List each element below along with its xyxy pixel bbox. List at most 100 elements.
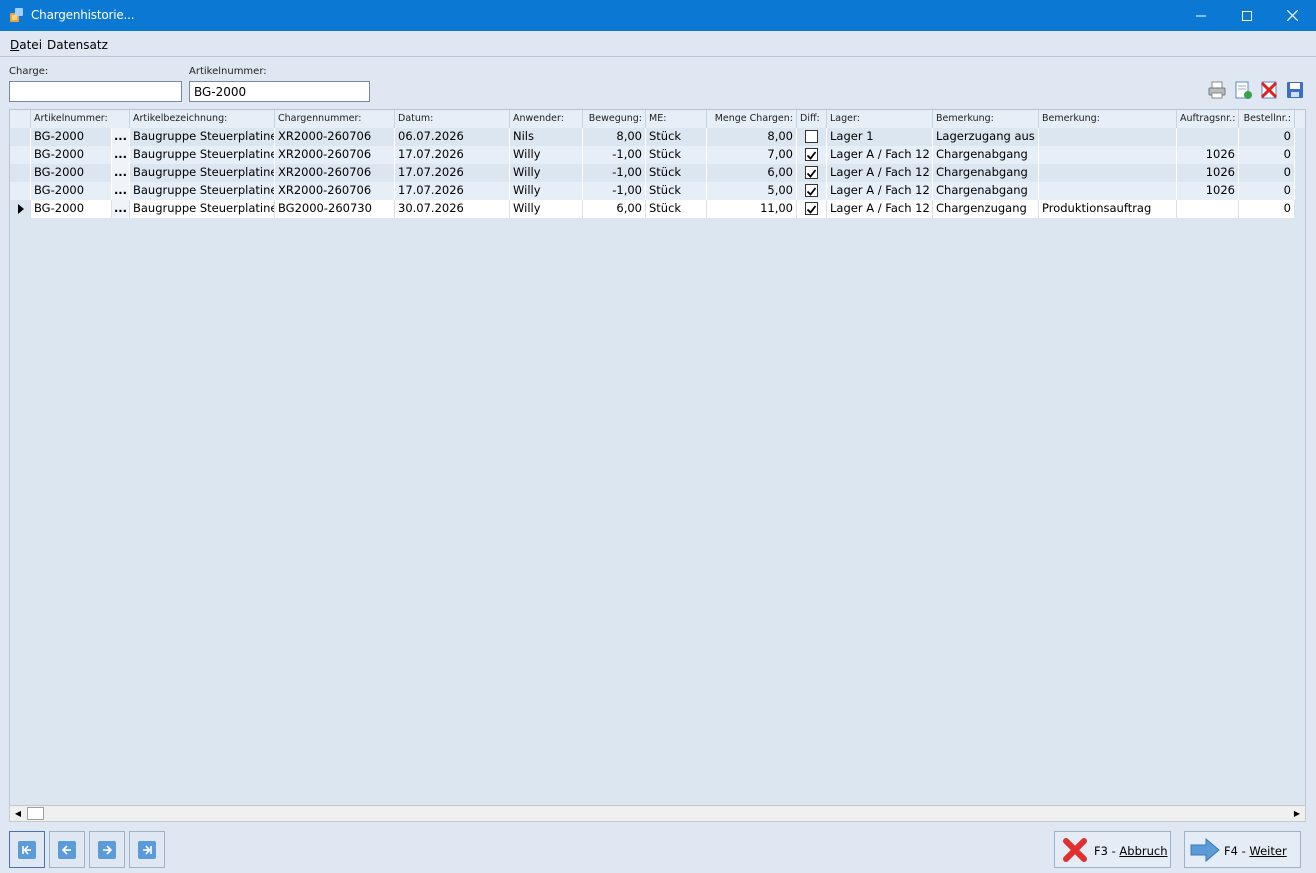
column-header[interactable]: Datum: [395,110,510,128]
cell-warehouse[interactable]: Lager A / Fach 12 [827,182,933,200]
row-selector[interactable] [10,182,31,200]
cell-remark[interactable]: Chargenabgang [933,182,1039,200]
row-selector[interactable] [10,128,31,146]
previous-record-button[interactable] [49,831,85,868]
cell-charge-number[interactable]: XR2000-260706 [275,182,395,200]
cell-diff[interactable] [797,182,827,200]
column-header[interactable]: Artikelnummer: [31,110,130,128]
horizontal-scrollbar[interactable]: ◀ ▶ [9,805,1306,822]
cell-remark-2[interactable]: Produktionsauftrag [1039,200,1177,218]
cell-description[interactable]: Baugruppe Steuerplatine [130,128,275,146]
cell-date[interactable]: 17.07.2026 [395,164,510,182]
cell-user[interactable]: Willy [510,164,583,182]
printer-icon[interactable] [1207,80,1227,100]
cell-purchase-number[interactable]: 0 [1239,200,1295,218]
cell-unit[interactable]: Stück [646,200,707,218]
first-record-button[interactable] [9,831,45,868]
cell-warehouse[interactable]: Lager A / Fach 12 [827,146,933,164]
cell-user[interactable]: Nils [510,128,583,146]
column-header[interactable]: Bestellnr.: [1239,110,1295,128]
lookup-button[interactable]: ... [112,146,130,164]
cell-article-number[interactable]: BG-2000 [31,128,112,146]
cell-date[interactable]: 30.07.2026 [395,200,510,218]
cell-movement[interactable]: 8,00 [583,128,646,146]
save-icon[interactable] [1285,80,1305,100]
cell-article-number[interactable]: BG-2000 [31,146,112,164]
diff-checkbox[interactable] [805,130,818,143]
cell-article-number[interactable]: BG-2000 [31,182,112,200]
cell-date[interactable]: 06.07.2026 [395,128,510,146]
cell-warehouse[interactable]: Lager A / Fach 12 [827,164,933,182]
cell-user[interactable]: Willy [510,146,583,164]
cell-description[interactable]: Baugruppe Steuerplatine [130,200,275,218]
minimize-button[interactable] [1178,0,1224,31]
last-record-button[interactable] [129,831,165,868]
column-header[interactable]: Lager: [827,110,933,128]
cell-purchase-number[interactable]: 0 [1239,128,1295,146]
cell-diff[interactable] [797,200,827,218]
menu-datensatz[interactable]: Datensatz [47,38,108,52]
column-header[interactable]: Bewegung: [583,110,646,128]
cell-description[interactable]: Baugruppe Steuerplatine [130,146,275,164]
cell-charge-quantity[interactable]: 7,00 [707,146,797,164]
cell-remark[interactable]: Chargenabgang [933,164,1039,182]
row-selector[interactable] [10,200,31,218]
cell-charge-quantity[interactable]: 6,00 [707,164,797,182]
cell-remark-2[interactable] [1039,128,1177,146]
cell-charge-quantity[interactable]: 5,00 [707,182,797,200]
column-header[interactable]: Bemerkung: [933,110,1039,128]
cell-article-number[interactable]: BG-2000 [31,200,112,218]
cell-diff[interactable] [797,164,827,182]
cell-charge-number[interactable]: XR2000-260706 [275,164,395,182]
diff-checkbox[interactable] [805,148,818,161]
cell-movement[interactable]: -1,00 [583,164,646,182]
cell-warehouse[interactable]: Lager A / Fach 12 [827,200,933,218]
cell-date[interactable]: 17.07.2026 [395,182,510,200]
cell-diff[interactable] [797,146,827,164]
cell-remark[interactable]: Chargenzugang [933,200,1039,218]
cell-purchase-number[interactable]: 0 [1239,164,1295,182]
cell-remark-2[interactable] [1039,182,1177,200]
cell-movement[interactable]: -1,00 [583,182,646,200]
maximize-button[interactable] [1224,0,1270,31]
cell-remark[interactable]: Chargenabgang [933,146,1039,164]
scroll-left-icon[interactable]: ◀ [10,806,26,821]
next-record-button[interactable] [89,831,125,868]
row-selector[interactable] [10,164,31,182]
next-button[interactable]: F4 - Weiter [1184,831,1301,868]
cell-remark[interactable]: Lagerzugang aus [933,128,1039,146]
charge-history-table[interactable]: Artikelnummer: Artikelbezeichnung: Charg… [9,109,1306,822]
column-header[interactable]: Menge Chargen: [707,110,797,128]
column-header[interactable]: Diff: [797,110,827,128]
cell-purchase-number[interactable]: 0 [1239,182,1295,200]
cell-charge-quantity[interactable]: 11,00 [707,200,797,218]
cell-warehouse[interactable]: Lager 1 [827,128,933,146]
cell-purchase-number[interactable]: 0 [1239,146,1295,164]
cell-order-number[interactable]: 1026 [1177,146,1239,164]
menu-datei[interactable]: Datei [10,38,42,52]
lookup-button[interactable]: ... [112,128,130,146]
cell-order-number[interactable] [1177,200,1239,218]
cell-user[interactable]: Willy [510,200,583,218]
scrollbar-thumb[interactable] [27,807,44,820]
cell-charge-quantity[interactable]: 8,00 [707,128,797,146]
cell-charge-number[interactable]: XR2000-260706 [275,128,395,146]
column-header[interactable]: ME: [646,110,707,128]
diff-checkbox[interactable] [805,166,818,179]
cell-unit[interactable]: Stück [646,146,707,164]
cell-order-number[interactable]: 1026 [1177,182,1239,200]
close-button[interactable] [1269,0,1315,31]
cell-movement[interactable]: 6,00 [583,200,646,218]
cell-charge-number[interactable]: BG2000-260730 [275,200,395,218]
column-header[interactable]: Artikelbezeichnung: [130,110,275,128]
cell-description[interactable]: Baugruppe Steuerplatine [130,164,275,182]
cell-remark-2[interactable] [1039,164,1177,182]
column-header[interactable]: Anwender: [510,110,583,128]
cell-charge-number[interactable]: XR2000-260706 [275,146,395,164]
column-header[interactable]: Chargennummer: [275,110,395,128]
cell-unit[interactable]: Stück [646,182,707,200]
cell-order-number[interactable]: 1026 [1177,164,1239,182]
article-number-input[interactable]: BG-2000 [189,81,370,102]
cell-unit[interactable]: Stück [646,128,707,146]
cell-article-number[interactable]: BG-2000 [31,164,112,182]
